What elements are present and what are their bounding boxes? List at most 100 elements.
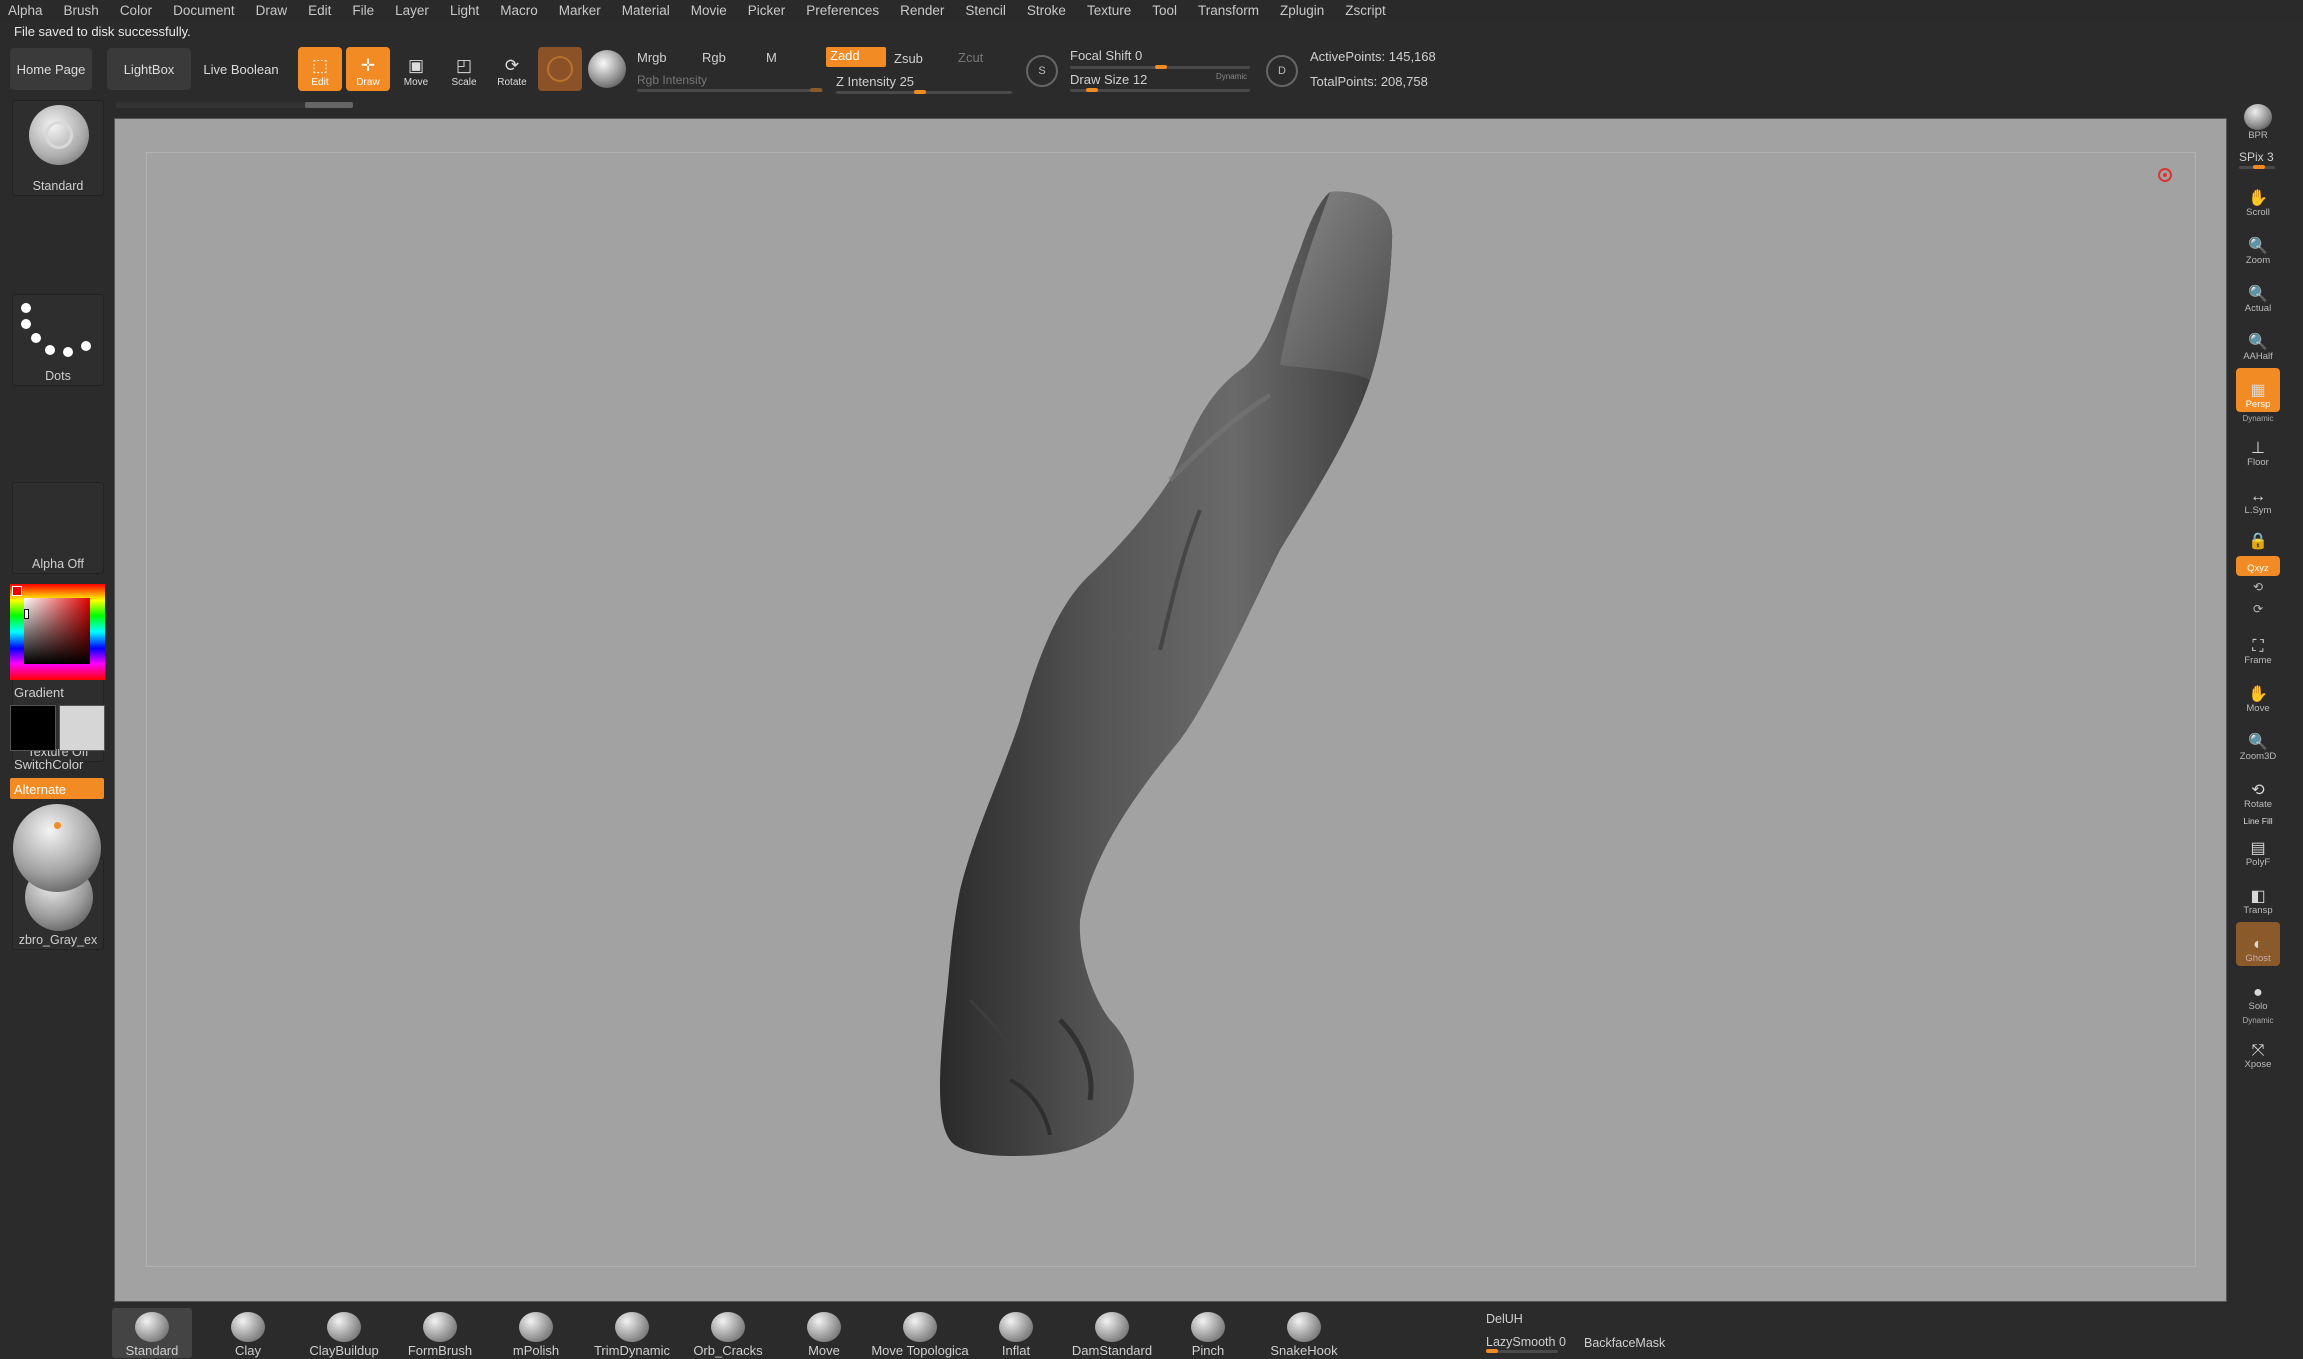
z-intensity-knob[interactable] bbox=[914, 90, 926, 94]
frame-button[interactable]: ⛶ Frame bbox=[2236, 624, 2280, 668]
menu-item-document[interactable]: Document bbox=[173, 3, 235, 18]
lazy-smooth-label[interactable]: LazySmooth 0 bbox=[1486, 1335, 1566, 1349]
home-page-button[interactable]: Home Page bbox=[10, 48, 92, 90]
brush-formbrush[interactable]: FormBrush bbox=[400, 1308, 480, 1358]
brush-damstandard[interactable]: DamStandard bbox=[1072, 1308, 1152, 1358]
menu-item-file[interactable]: File bbox=[352, 3, 374, 18]
brush-clay[interactable]: Clay bbox=[208, 1308, 288, 1358]
menu-item-material[interactable]: Material bbox=[622, 3, 670, 18]
rgb-toggle[interactable]: Rgb bbox=[702, 50, 726, 65]
menu-item-macro[interactable]: Macro bbox=[500, 3, 538, 18]
draw-mode-button[interactable]: ✛ Draw bbox=[346, 47, 390, 91]
lazy-smooth-knob[interactable] bbox=[1486, 1349, 1498, 1353]
focal-s-icon[interactable]: S bbox=[1026, 55, 1058, 87]
rotate-button[interactable]: ⟲ Rotate bbox=[2236, 768, 2280, 812]
lightbox-button[interactable]: LightBox bbox=[107, 48, 191, 90]
menu-item-texture[interactable]: Texture bbox=[1087, 3, 1131, 18]
menu-item-draw[interactable]: Draw bbox=[256, 3, 288, 18]
menu-item-render[interactable]: Render bbox=[900, 3, 944, 18]
move-button[interactable]: ✋ Move bbox=[2236, 672, 2280, 716]
menu-item-zplugin[interactable]: Zplugin bbox=[1280, 3, 1324, 18]
brush-move[interactable]: Move bbox=[784, 1308, 864, 1358]
alternate-toggle[interactable]: Alternate bbox=[10, 778, 104, 799]
floor-button[interactable]: ⊥ Floor bbox=[2236, 426, 2280, 470]
brush-pinch[interactable]: Pinch bbox=[1168, 1308, 1248, 1358]
zoom3d-button[interactable]: 🔍 Zoom3D bbox=[2236, 720, 2280, 764]
axis-rotate-icon[interactable]: ⟲ bbox=[2236, 580, 2280, 594]
brush-orb-cracks[interactable]: Orb_Cracks bbox=[688, 1308, 768, 1358]
rotate-mode-button[interactable]: ⟳ Rotate bbox=[490, 47, 534, 91]
ghost-button[interactable]: ◐ Ghost bbox=[2236, 922, 2280, 966]
rgb-intensity-slider[interactable] bbox=[637, 89, 823, 92]
menu-item-preferences[interactable]: Preferences bbox=[806, 3, 879, 18]
brush-thumbnail[interactable]: Standard bbox=[12, 100, 104, 196]
menu-item-brush[interactable]: Brush bbox=[64, 3, 99, 18]
spix-knob[interactable] bbox=[2253, 165, 2265, 169]
menu-item-zscript[interactable]: Zscript bbox=[1345, 3, 1386, 18]
color-picker[interactable] bbox=[10, 584, 105, 680]
menu-item-color[interactable]: Color bbox=[120, 3, 152, 18]
secondary-color-swatch[interactable] bbox=[59, 705, 105, 751]
persp-button[interactable]: ▦ Persp bbox=[2236, 368, 2280, 412]
rgb-intensity-knob[interactable] bbox=[810, 88, 822, 92]
xpose-button[interactable]: ⤧ Xpose bbox=[2236, 1028, 2280, 1072]
scale-mode-button[interactable]: ◰ Scale bbox=[442, 47, 486, 91]
axis-rotate-icon[interactable]: ⟳ bbox=[2236, 602, 2280, 616]
zsub-toggle[interactable]: Zsub bbox=[894, 51, 923, 66]
scroll-thumb[interactable] bbox=[305, 102, 353, 108]
brush-mpolish[interactable]: mPolish bbox=[496, 1308, 576, 1358]
menu-item-edit[interactable]: Edit bbox=[308, 3, 331, 18]
menu-item-picker[interactable]: Picker bbox=[748, 3, 786, 18]
spix-label[interactable]: SPix 3 bbox=[2239, 150, 2274, 164]
gradient-label[interactable]: Gradient bbox=[14, 685, 64, 700]
color-picker-square[interactable] bbox=[24, 598, 90, 664]
primary-color-swatch[interactable] bbox=[10, 705, 56, 751]
scroll-button[interactable]: ✋ Scroll bbox=[2236, 176, 2280, 220]
menu-item-light[interactable]: Light bbox=[450, 3, 479, 18]
color-switch-sphere[interactable] bbox=[588, 50, 626, 88]
aahalf-button[interactable]: 🔍 AAHalf bbox=[2236, 320, 2280, 364]
backface-mask-toggle[interactable]: BackfaceMask bbox=[1584, 1336, 1665, 1350]
menu-item-stencil[interactable]: Stencil bbox=[965, 3, 1006, 18]
l-sym-button[interactable]: ↔ L.Sym bbox=[2236, 474, 2280, 518]
transp-button[interactable]: ◧ Transp bbox=[2236, 874, 2280, 918]
material-sphere-button[interactable] bbox=[538, 47, 582, 91]
menu-item-stroke[interactable]: Stroke bbox=[1027, 3, 1066, 18]
light-position-marker[interactable] bbox=[54, 822, 61, 829]
zcut-toggle[interactable]: Zcut bbox=[958, 50, 983, 65]
dynamic-label[interactable]: Dynamic bbox=[2236, 1016, 2280, 1025]
light-sphere[interactable] bbox=[13, 804, 101, 892]
zadd-toggle[interactable]: Zadd bbox=[826, 47, 886, 67]
alpha-thumbnail[interactable]: Alpha Off bbox=[12, 482, 104, 574]
menu-item-alpha[interactable]: Alpha bbox=[8, 3, 43, 18]
dynamic-label[interactable]: Dynamic bbox=[1216, 72, 1247, 81]
switch-color-label[interactable]: SwitchColor bbox=[14, 757, 83, 772]
focal-shift-knob[interactable] bbox=[1155, 65, 1167, 69]
draw-size-knob[interactable] bbox=[1086, 88, 1098, 92]
brush-claybuildup[interactable]: ClayBuildup bbox=[304, 1308, 384, 1358]
live-boolean-button[interactable]: Live Boolean bbox=[198, 48, 284, 90]
edit-mode-button[interactable]: ⬚ Edit bbox=[298, 47, 342, 91]
del-uh-button[interactable]: DelUH bbox=[1486, 1312, 1523, 1326]
brush-move-topologica[interactable]: Move Topologica bbox=[871, 1308, 969, 1358]
menu-item-layer[interactable]: Layer bbox=[395, 3, 429, 18]
actual-button[interactable]: 🔍 Actual bbox=[2236, 272, 2280, 316]
stroke-thumbnail[interactable]: Dots bbox=[12, 294, 104, 386]
menu-item-marker[interactable]: Marker bbox=[559, 3, 601, 18]
polyf-button[interactable]: ▤ PolyF bbox=[2236, 826, 2280, 870]
dynamic-label[interactable]: Dynamic bbox=[2236, 414, 2280, 423]
brush-inflat[interactable]: Inflat bbox=[976, 1308, 1056, 1358]
qxyz-button[interactable]: Qxyz bbox=[2236, 556, 2280, 576]
lock-button[interactable]: 🔒 bbox=[2236, 522, 2280, 552]
m-toggle[interactable]: M bbox=[766, 50, 777, 65]
arm-sculpt-model[interactable] bbox=[880, 180, 1420, 1210]
brush-standard[interactable]: Standard bbox=[112, 1308, 192, 1358]
bpr-button[interactable]: BPR bbox=[2236, 104, 2280, 144]
brush-snakehook[interactable]: SnakeHook bbox=[1264, 1308, 1344, 1358]
menu-item-movie[interactable]: Movie bbox=[691, 3, 727, 18]
solo-button[interactable]: ● Solo bbox=[2236, 970, 2280, 1014]
move-mode-button[interactable]: ▣ Move bbox=[394, 47, 438, 91]
mrgb-toggle[interactable]: Mrgb bbox=[637, 50, 667, 65]
dynamic-d-icon[interactable]: D bbox=[1266, 55, 1298, 87]
brush-trimdynamic[interactable]: TrimDynamic bbox=[592, 1308, 672, 1358]
